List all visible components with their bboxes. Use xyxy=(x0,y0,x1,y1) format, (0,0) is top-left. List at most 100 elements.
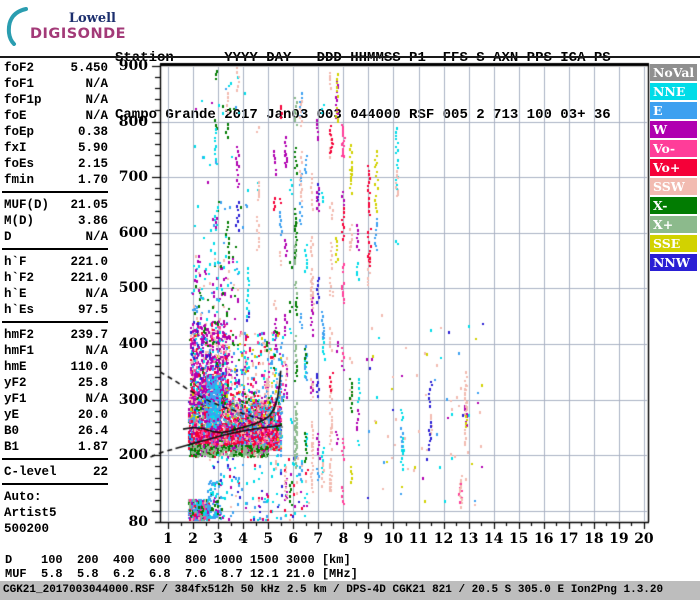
x-tick-label: 4 xyxy=(238,531,249,547)
param-row: h`Es 97.5 xyxy=(4,302,108,318)
y-tick-label: 500 xyxy=(118,280,148,297)
x-tick-label: 8 xyxy=(338,531,349,547)
param-label: foF1 xyxy=(4,77,35,91)
param-value: 221.0 xyxy=(70,271,108,285)
param-value: N/A xyxy=(85,93,108,107)
param-row: yF2 25.8 xyxy=(4,375,108,391)
param-label: fxI xyxy=(4,141,27,155)
legend-item-sse: SSE xyxy=(650,235,697,252)
param-label: hmF2 xyxy=(4,328,35,342)
param-value: N/A xyxy=(85,392,108,406)
x-tick-label: 20 xyxy=(634,531,654,547)
x-tick-label: 5 xyxy=(263,531,274,547)
y-tick-label: 600 xyxy=(118,224,148,241)
param-label: yF2 xyxy=(4,376,27,390)
param-row: foF2 5.450 xyxy=(4,60,108,76)
param-row: foF1p N/A xyxy=(4,92,108,108)
param-value: 0.38 xyxy=(77,125,108,139)
param-label: foEp xyxy=(4,125,35,139)
legend-item-noval: NoVal xyxy=(650,64,697,81)
param-divider xyxy=(2,321,108,323)
param-row: foEs 2.15 xyxy=(4,156,108,172)
param-value: 3.86 xyxy=(77,214,108,228)
ionogram-canvas xyxy=(145,58,650,533)
param-label: D xyxy=(4,230,12,244)
param-value: N/A xyxy=(85,287,108,301)
logo-digisonde-text: DIGISONDE xyxy=(30,25,127,42)
param-value: 1.70 xyxy=(77,173,108,187)
param-label: h`Es xyxy=(4,303,35,317)
x-tick-label: 10 xyxy=(383,531,404,547)
param-label: yE xyxy=(4,408,20,422)
param-value: 25.8 xyxy=(77,376,108,390)
param-row: foE N/A xyxy=(4,108,108,124)
param-value: 97.5 xyxy=(77,303,108,317)
param-label: h`F xyxy=(4,255,27,269)
param-label: MUF(D) xyxy=(4,198,50,212)
x-tick-label: 1 xyxy=(163,531,173,547)
x-tick-label: 15 xyxy=(508,531,529,547)
parameter-panel: foF2 5.450 foF1 N/A foF1p N/A foE N/A foEp 0.38 fx… xyxy=(2,60,108,537)
ionogram-page: { "logo": {"top": "Lowell", "bottom": "D… xyxy=(0,0,700,600)
x-tick-label: 16 xyxy=(534,531,554,547)
footer-bar: CGK21_2017003044000.RSF / 384fx512h 50 k… xyxy=(0,581,700,600)
param-row: hmF2 239.7 xyxy=(4,327,108,343)
x-tick-label: 11 xyxy=(408,531,429,547)
legend-item-w: W xyxy=(650,121,697,138)
y-tick-label: 800 xyxy=(118,113,148,130)
y-tick-label: 300 xyxy=(118,391,148,408)
param-row: h`F2 221.0 xyxy=(4,270,108,286)
param-value: N/A xyxy=(85,77,108,91)
param-row: hmF1 N/A xyxy=(4,343,108,359)
param-value: 5.450 xyxy=(70,61,108,75)
x-tick-label: 3 xyxy=(213,531,223,547)
param-label: foEs xyxy=(4,157,35,171)
param-row: B1 1.87 xyxy=(4,439,108,455)
param-row: fxI 5.90 xyxy=(4,140,108,156)
legend-item-vo: Vo- xyxy=(650,140,697,157)
param-row: h`F 221.0 xyxy=(4,254,108,270)
x-tick-label: 13 xyxy=(458,531,479,547)
param-row: hmE 110.0 xyxy=(4,359,108,375)
param-row: yE 20.0 xyxy=(4,407,108,423)
param-row: C-level 22 xyxy=(4,464,108,480)
param-label: h`E xyxy=(4,287,27,301)
dmuf-muf-row: MUF 5.8 5.8 6.2 6.8 7.6 8.7 12.1 21.0 [M… xyxy=(5,567,358,581)
x-tick-label: 14 xyxy=(483,531,504,547)
x-tick-label: 7 xyxy=(313,531,324,547)
param-divider xyxy=(2,191,108,193)
param-divider xyxy=(2,248,108,250)
legend-item-x: X+ xyxy=(650,216,697,233)
param-value: 239.7 xyxy=(70,328,108,342)
param-label: B1 xyxy=(4,440,20,454)
param-label: fmin xyxy=(4,173,35,187)
param-label: foF1p xyxy=(4,93,42,107)
param-value: 110.0 xyxy=(70,360,108,374)
param-label: h`F2 xyxy=(4,271,35,285)
param-row: h`E N/A xyxy=(4,286,108,302)
param-value: N/A xyxy=(85,109,108,123)
x-tick-label: 9 xyxy=(363,531,374,547)
y-tick-label: 80 xyxy=(128,514,148,530)
param-label: hmF1 xyxy=(4,344,35,358)
param-value: N/A xyxy=(85,230,108,244)
legend-item-x: X- xyxy=(650,197,697,214)
param-label: B0 xyxy=(4,424,20,438)
logo-swoosh-icon xyxy=(6,7,28,46)
param-row: M(D) 3.86 xyxy=(4,213,108,229)
legend-item-nne: NNE xyxy=(650,83,697,100)
param-label: Artist5 xyxy=(4,506,57,520)
param-value: N/A xyxy=(85,344,108,358)
param-value: 26.4 xyxy=(77,424,108,438)
param-value: 1.87 xyxy=(77,440,108,454)
velocity-legend: NoVal NNE E W Vo- Vo+ SSW X- X+ SSE NNW xyxy=(650,64,697,273)
param-value: 5.90 xyxy=(77,141,108,155)
param-label: foE xyxy=(4,109,27,123)
x-tick-label: 6 xyxy=(288,531,299,547)
param-value: 2.15 xyxy=(77,157,108,171)
logo-lowell-text: Lowell xyxy=(68,10,116,26)
legend-item-ssw: SSW xyxy=(650,178,697,195)
param-row: foEp 0.38 xyxy=(4,124,108,140)
dmuf-distance-row: D 100 200 400 600 800 1000 1500 3000 [km… xyxy=(5,553,351,567)
param-label: Auto: xyxy=(4,490,42,504)
